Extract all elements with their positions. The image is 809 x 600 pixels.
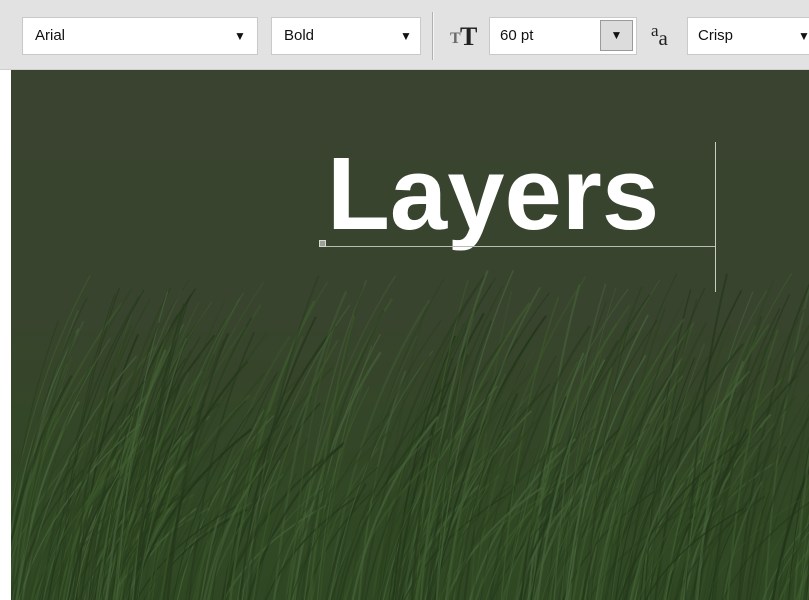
text-baseline-handle[interactable] xyxy=(319,240,326,247)
chevron-down-icon[interactable]: ▼ xyxy=(400,29,412,43)
type-tool-options-bar: Arial ▼ Bold ▼ T T 60 pt ▼ aa Crisp ▼ xyxy=(0,0,809,70)
document-canvas[interactable]: Layers xyxy=(11,70,809,600)
text-baseline xyxy=(320,246,716,247)
photoshop-window: Arial ▼ Bold ▼ T T 60 pt ▼ aa Crisp ▼ La… xyxy=(0,0,809,600)
font-style-dropdown[interactable]: Bold ▼ xyxy=(271,17,421,55)
anti-alias-icon-small-a: a xyxy=(651,21,659,40)
font-family-dropdown[interactable]: Arial ▼ xyxy=(22,17,258,55)
font-family-value: Arial xyxy=(35,27,66,44)
text-insertion-cursor xyxy=(715,142,716,292)
chevron-down-icon[interactable]: ▼ xyxy=(234,29,246,43)
anti-alias-icon: aa xyxy=(651,20,668,50)
text-layer[interactable]: Layers xyxy=(327,142,659,245)
font-size-icon: T T xyxy=(450,22,484,52)
anti-alias-value: Crisp xyxy=(698,27,734,44)
anti-alias-icon-large-a: a xyxy=(658,26,668,50)
font-size-value[interactable]: 60 pt xyxy=(500,27,533,44)
font-style-value: Bold xyxy=(284,27,315,44)
font-size-combobox[interactable]: 60 pt ▼ xyxy=(489,17,637,55)
chevron-down-icon[interactable]: ▼ xyxy=(798,29,809,43)
chevron-down-icon[interactable]: ▼ xyxy=(600,20,633,51)
font-size-icon-large-t: T xyxy=(460,22,478,51)
toolbar-separator xyxy=(432,12,434,60)
anti-alias-dropdown[interactable]: Crisp ▼ xyxy=(687,17,809,55)
